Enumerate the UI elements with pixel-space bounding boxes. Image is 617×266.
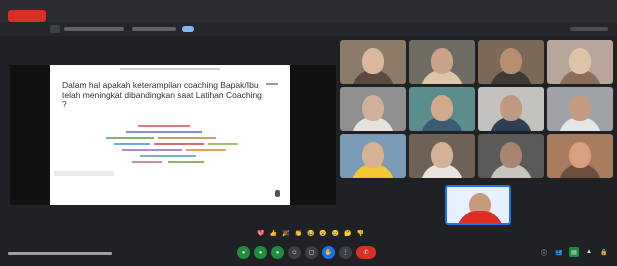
mic-button[interactable]: ● bbox=[237, 246, 250, 259]
participant-tile[interactable] bbox=[478, 87, 544, 131]
meeting-info bbox=[8, 252, 112, 255]
participant-face bbox=[500, 48, 522, 74]
emoji-button[interactable]: ☺ bbox=[288, 246, 301, 259]
word-cloud-line bbox=[126, 131, 202, 133]
presentation-slide: Dalam hal apakah keterampilan coaching B… bbox=[50, 65, 290, 205]
participant-face bbox=[362, 48, 384, 74]
participant-tile[interactable] bbox=[409, 134, 475, 178]
reaction-emoji[interactable]: 💖 bbox=[257, 231, 264, 238]
slide-corner-mark bbox=[266, 83, 278, 85]
word-cloud-line bbox=[140, 155, 196, 157]
call-controls: ● ● ● ☺ ▢ ✋ ⋮ ✆ bbox=[237, 246, 376, 259]
word-cloud bbox=[100, 123, 260, 173]
bottom-bar: ● ● ● ☺ ▢ ✋ ⋮ ✆ ⓘ 👥 ▤ ▲ 🔒 bbox=[0, 242, 617, 266]
recording-badge bbox=[8, 10, 46, 22]
camera-button[interactable]: ● bbox=[254, 246, 267, 259]
sub-bar-chip bbox=[132, 27, 176, 31]
participant-tile[interactable] bbox=[478, 40, 544, 84]
participant-tile[interactable] bbox=[547, 134, 613, 178]
reaction-emoji[interactable]: 🎉 bbox=[282, 231, 289, 238]
participant-tile[interactable] bbox=[547, 87, 613, 131]
activities-icon[interactable]: ▲ bbox=[584, 247, 594, 257]
participant-face bbox=[362, 142, 384, 168]
word-cloud-line bbox=[168, 161, 204, 163]
participant-tile[interactable] bbox=[409, 40, 475, 84]
info-icon[interactable]: ⓘ bbox=[539, 247, 549, 257]
reaction-emoji[interactable]: 👏 bbox=[294, 231, 301, 238]
end-call-button[interactable]: ✆ bbox=[356, 246, 376, 259]
participant-face bbox=[500, 95, 522, 121]
sub-bar-chip bbox=[64, 27, 124, 31]
reaction-emoji[interactable]: 😢 bbox=[332, 231, 339, 238]
reaction-emoji[interactable]: 👎 bbox=[357, 231, 364, 238]
participant-tile[interactable] bbox=[478, 134, 544, 178]
participant-face bbox=[569, 142, 591, 168]
top-bar bbox=[0, 0, 617, 22]
word-cloud-line bbox=[114, 143, 150, 145]
raise-hand-button[interactable]: ✋ bbox=[322, 246, 335, 259]
captions-button[interactable]: ● bbox=[271, 246, 284, 259]
reaction-bar: 💖 👍 🎉 👏 😂 😮 😢 🤔 👎 bbox=[257, 231, 364, 238]
participant-face bbox=[569, 48, 591, 74]
participant-tile[interactable] bbox=[409, 87, 475, 131]
word-cloud-line bbox=[106, 137, 154, 139]
reaction-emoji[interactable]: 🤔 bbox=[344, 231, 351, 238]
more-options-button[interactable]: ⋮ bbox=[339, 246, 352, 259]
word-cloud-line bbox=[132, 161, 162, 163]
participant-tile[interactable] bbox=[547, 40, 613, 84]
word-cloud-line bbox=[208, 143, 238, 145]
right-controls: ⓘ 👥 ▤ ▲ 🔒 bbox=[539, 247, 609, 257]
slide-footer-box bbox=[54, 171, 114, 176]
participant-face bbox=[431, 48, 453, 74]
sub-bar bbox=[0, 22, 617, 36]
word-cloud-line bbox=[138, 125, 190, 127]
slide-mic-icon bbox=[275, 190, 280, 197]
self-view-tile[interactable] bbox=[445, 185, 511, 225]
reaction-emoji[interactable]: 😮 bbox=[319, 231, 326, 238]
participant-face bbox=[569, 95, 591, 121]
word-cloud-line bbox=[154, 143, 204, 145]
participant-tile[interactable] bbox=[340, 40, 406, 84]
grid-icon[interactable] bbox=[50, 25, 60, 33]
reaction-emoji[interactable]: 👍 bbox=[269, 231, 276, 238]
sub-bar-right-chip bbox=[570, 27, 608, 31]
word-cloud-line bbox=[122, 149, 182, 151]
slide-question: Dalam hal apakah keterampilan coaching B… bbox=[62, 80, 262, 109]
participant-tile[interactable] bbox=[340, 134, 406, 178]
participant-tile[interactable] bbox=[340, 87, 406, 131]
chat-icon[interactable]: ▤ bbox=[569, 247, 579, 257]
participant-face bbox=[500, 142, 522, 168]
reaction-emoji[interactable]: 😂 bbox=[307, 231, 314, 238]
participant-face bbox=[362, 95, 384, 121]
word-cloud-line bbox=[186, 149, 226, 151]
word-cloud-line bbox=[158, 137, 216, 139]
people-icon[interactable]: 👥 bbox=[554, 247, 564, 257]
toggle-switch[interactable] bbox=[182, 26, 194, 32]
presentation-stage: Dalam hal apakah keterampilan coaching B… bbox=[10, 65, 336, 205]
self-body bbox=[457, 211, 503, 223]
present-button[interactable]: ▢ bbox=[305, 246, 318, 259]
lock-icon[interactable]: 🔒 bbox=[599, 247, 609, 257]
slide-top-line bbox=[120, 68, 220, 70]
participant-face bbox=[431, 142, 453, 168]
participant-face bbox=[431, 95, 453, 121]
